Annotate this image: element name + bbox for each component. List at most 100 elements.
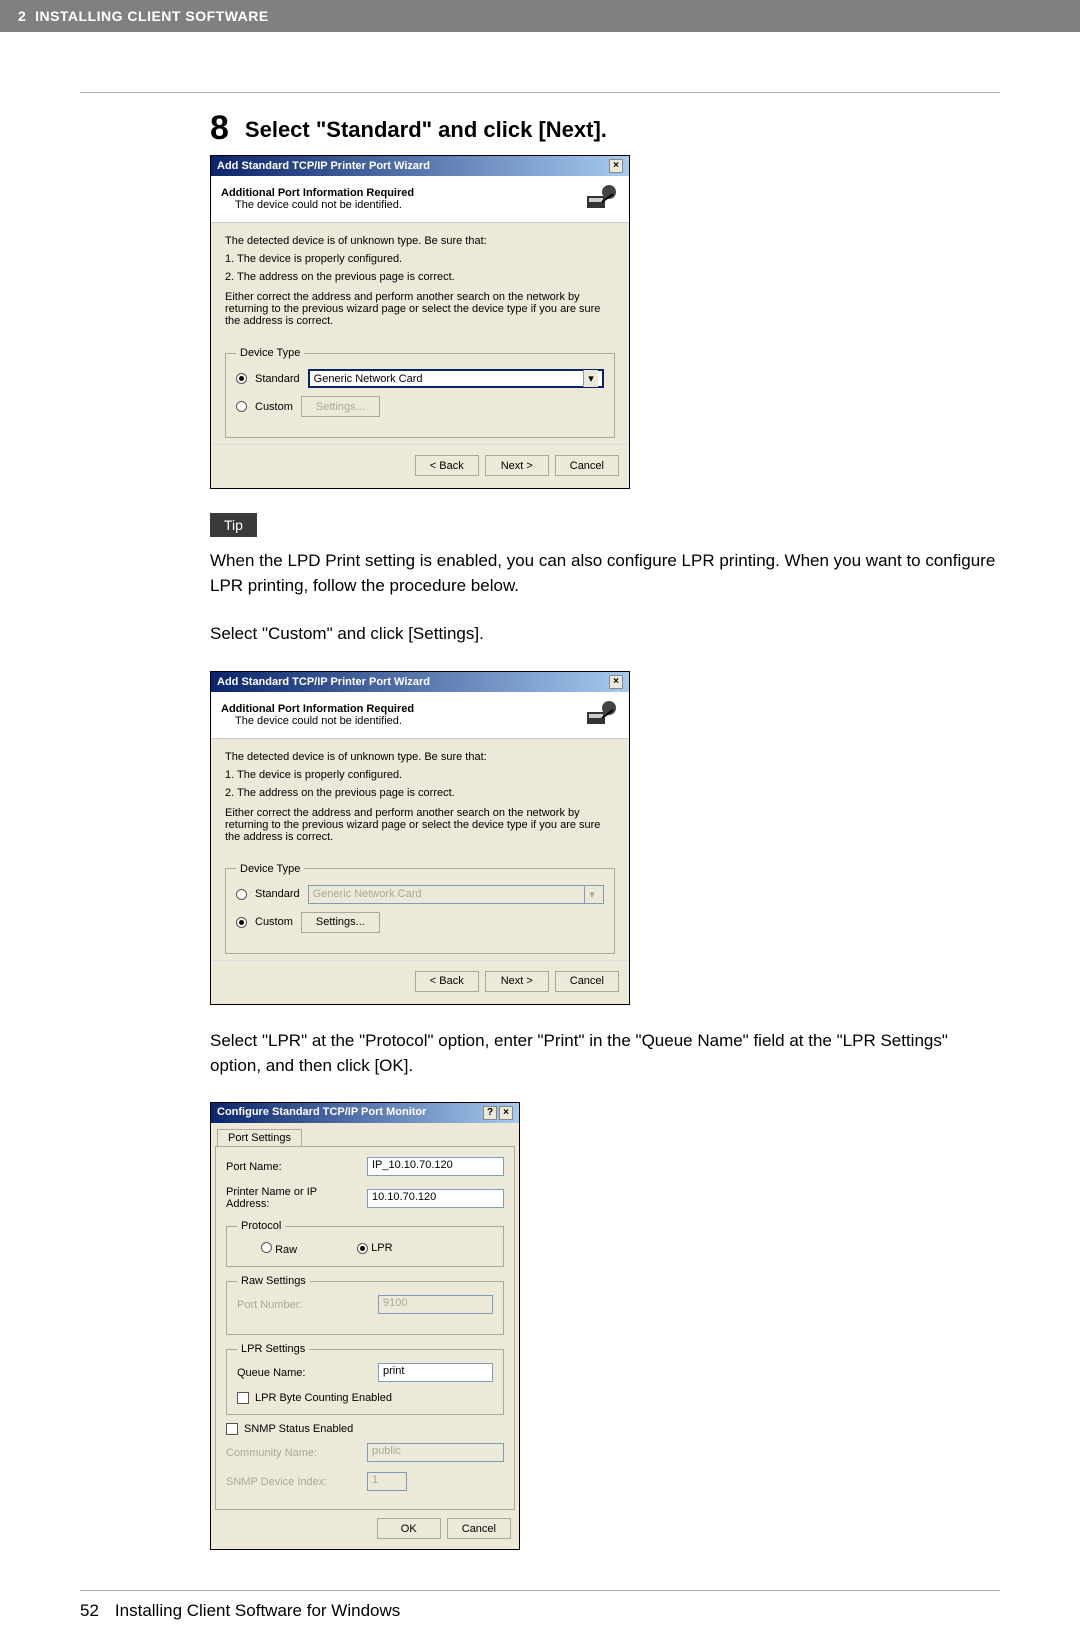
wizard-footer: < Back Next > Cancel	[211, 960, 629, 1004]
wizard-header-bold: Additional Port Information Required	[221, 703, 414, 715]
device-type-legend: Device Type	[236, 863, 304, 875]
lpr-settings-fieldset: LPR Settings Queue Name: print LPR Byte …	[226, 1343, 504, 1415]
wizard-titlebar: Add Standard TCP/IP Printer Port Wizard …	[211, 156, 629, 176]
wizard-dialog-2: Add Standard TCP/IP Printer Port Wizard …	[210, 671, 630, 1005]
custom-radio[interactable]	[236, 401, 247, 412]
snmp-index-label: SNMP Device Index:	[226, 1476, 361, 1488]
wizard-text: The detected device is of unknown type. …	[225, 235, 615, 247]
standard-radio-label: Standard	[255, 888, 300, 900]
chapter-title: INSTALLING CLIENT SOFTWARE	[35, 8, 269, 24]
lpr-byte-checkbox[interactable]	[237, 1392, 249, 1404]
port-name-input[interactable]: IP_10.10.70.120	[367, 1157, 504, 1176]
printer-network-icon	[585, 184, 619, 214]
wizard-text: The detected device is of unknown type. …	[225, 751, 615, 763]
standard-combo-value: Generic Network Card	[314, 373, 423, 385]
printer-ip-label: Printer Name or IP Address:	[226, 1186, 361, 1210]
wizard-titlebar: Add Standard TCP/IP Printer Port Wizard …	[211, 672, 629, 692]
cancel-button[interactable]: Cancel	[555, 455, 619, 476]
back-button[interactable]: < Back	[415, 455, 479, 476]
wizard-header-sub: The device could not be identified.	[235, 199, 414, 211]
snmp-enabled-checkbox[interactable]	[226, 1423, 238, 1435]
device-type-fieldset: Device Type Standard Generic Network Car…	[225, 347, 615, 438]
wizard-body: The detected device is of unknown type. …	[211, 739, 629, 960]
wizard-header-bold: Additional Port Information Required	[221, 187, 414, 199]
raw-settings-fieldset: Raw Settings Port Number: 9100	[226, 1275, 504, 1335]
step-number: 8	[210, 111, 229, 145]
device-type-legend: Device Type	[236, 347, 304, 359]
custom-radio[interactable]	[236, 917, 247, 928]
cancel-button[interactable]: Cancel	[555, 971, 619, 992]
lpr-radio-label: LPR	[371, 1242, 392, 1254]
standard-radio[interactable]	[236, 889, 247, 900]
wizard-header: Additional Port Information Required The…	[211, 176, 629, 223]
chevron-down-icon: ▾	[584, 886, 599, 903]
queue-name-input[interactable]: print	[378, 1363, 493, 1382]
wizard-body: The detected device is of unknown type. …	[211, 223, 629, 444]
back-button[interactable]: < Back	[415, 971, 479, 992]
close-icon[interactable]: ×	[609, 675, 623, 689]
next-button[interactable]: Next >	[485, 971, 549, 992]
standard-combo[interactable]: Generic Network Card ▾	[308, 369, 604, 388]
port-name-label: Port Name:	[226, 1161, 361, 1173]
community-name-input: public	[367, 1443, 504, 1462]
portmon-footer: OK Cancel	[211, 1514, 519, 1549]
protocol-legend: Protocol	[237, 1220, 285, 1232]
settings-button: Settings...	[301, 396, 380, 417]
footer-section: Installing Client Software for Windows	[115, 1601, 400, 1621]
close-icon[interactable]: ×	[499, 1106, 513, 1120]
device-type-fieldset: Device Type Standard Generic Network Car…	[225, 863, 615, 954]
lpr-radio[interactable]	[357, 1243, 368, 1254]
queue-name-label: Queue Name:	[237, 1367, 372, 1379]
raw-radio[interactable]	[261, 1242, 272, 1253]
wizard-text: 2. The address on the previous page is c…	[225, 271, 615, 283]
raw-port-input: 9100	[378, 1295, 493, 1314]
step-title: Select "Standard" and click [Next].	[245, 111, 607, 143]
cancel-button[interactable]: Cancel	[447, 1518, 511, 1539]
wizard-title: Add Standard TCP/IP Printer Port Wizard	[217, 676, 430, 688]
page-header: 2 INSTALLING CLIENT SOFTWARE	[0, 0, 1080, 32]
printer-network-icon	[585, 700, 619, 730]
close-icon[interactable]: ×	[609, 159, 623, 173]
wizard-text: 1. The device is properly configured.	[225, 769, 615, 781]
chapter-number: 2	[18, 8, 26, 24]
ok-button[interactable]: OK	[377, 1518, 441, 1539]
wizard-text: Either correct the address and perform a…	[225, 807, 615, 843]
wizard-header: Additional Port Information Required The…	[211, 692, 629, 739]
wizard-title: Add Standard TCP/IP Printer Port Wizard	[217, 160, 430, 172]
wizard-footer: < Back Next > Cancel	[211, 444, 629, 488]
lpr-instruction: Select "LPR" at the "Protocol" option, e…	[210, 1029, 1000, 1078]
settings-button[interactable]: Settings...	[301, 912, 380, 933]
community-name-label: Community Name:	[226, 1447, 361, 1459]
port-settings-tab[interactable]: Port Settings	[217, 1129, 302, 1146]
portmon-title: Configure Standard TCP/IP Port Monitor	[217, 1106, 426, 1120]
standard-radio-label: Standard	[255, 373, 300, 385]
wizard-text: Either correct the address and perform a…	[225, 291, 615, 327]
portmon-titlebar: Configure Standard TCP/IP Port Monitor ?…	[211, 1103, 519, 1123]
portmon-body: Port Name: IP_10.10.70.120 Printer Name …	[215, 1146, 515, 1510]
custom-radio-label: Custom	[255, 401, 293, 413]
custom-radio-label: Custom	[255, 916, 293, 928]
raw-port-label: Port Number:	[237, 1299, 372, 1311]
next-button[interactable]: Next >	[485, 455, 549, 476]
standard-combo: Generic Network Card ▾	[308, 885, 604, 904]
wizard-header-sub: The device could not be identified.	[235, 715, 414, 727]
lpr-byte-label: LPR Byte Counting Enabled	[255, 1392, 392, 1404]
printer-ip-input[interactable]: 10.10.70.120	[367, 1189, 504, 1208]
chevron-down-icon: ▾	[583, 370, 598, 387]
snmp-index-input: 1	[367, 1472, 407, 1491]
wizard-text: 2. The address on the previous page is c…	[225, 787, 615, 799]
standard-combo-value: Generic Network Card	[313, 888, 422, 900]
wizard-text: 1. The device is properly configured.	[225, 253, 615, 265]
raw-radio-label: Raw	[275, 1244, 297, 1256]
help-icon[interactable]: ?	[483, 1106, 497, 1120]
wizard-dialog-1: Add Standard TCP/IP Printer Port Wizard …	[210, 155, 630, 489]
page-footer: 52 Installing Client Software for Window…	[80, 1601, 1000, 1621]
raw-settings-legend: Raw Settings	[237, 1275, 310, 1287]
page-number: 52	[80, 1601, 99, 1621]
top-rule	[80, 92, 1000, 93]
snmp-enabled-label: SNMP Status Enabled	[244, 1423, 353, 1435]
footer-rule	[80, 1590, 1000, 1591]
tip-text: When the LPD Print setting is enabled, y…	[210, 549, 1000, 598]
standard-radio[interactable]	[236, 373, 247, 384]
custom-instruction: Select "Custom" and click [Settings].	[210, 622, 1000, 647]
